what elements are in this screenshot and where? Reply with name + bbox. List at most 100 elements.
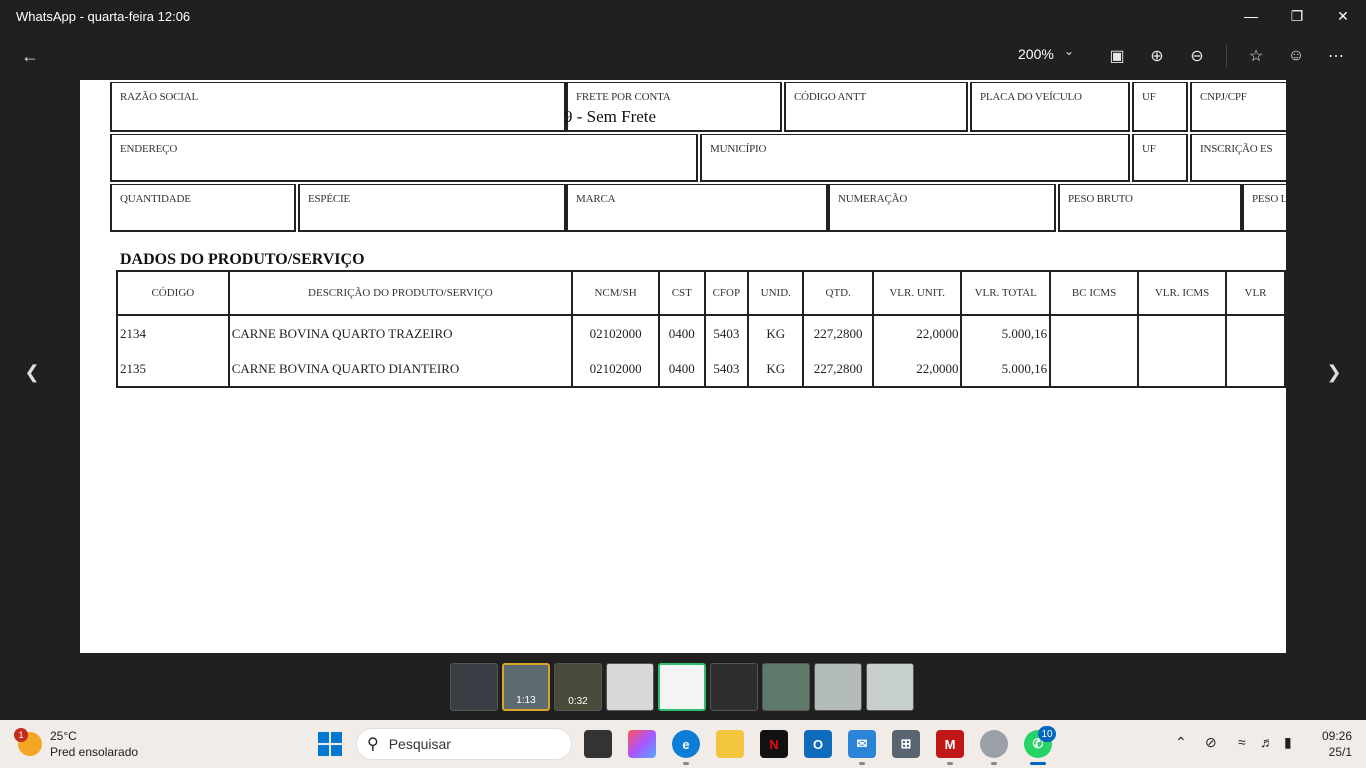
thumbnail[interactable] — [450, 663, 498, 711]
window-controls: — ❐ ✕ — [1228, 0, 1366, 32]
zoom-in-icon[interactable]: ⊕ — [1145, 44, 1169, 68]
star-icon[interactable]: ☆ — [1244, 44, 1268, 68]
thumbnail-video[interactable]: 1:13 — [502, 663, 550, 711]
column-header: CST — [658, 270, 706, 316]
products-table: CÓDIGO DESCRIÇÃO DO PRODUTO/SERVIÇO NCM/… — [116, 270, 1286, 388]
search-box[interactable]: ⚲ Pesquisar — [356, 728, 572, 760]
system-clock[interactable]: 09:26 25/1 — [1312, 728, 1352, 760]
cell-cfop: 5403 — [703, 315, 750, 351]
invoice-image: RAZÃO SOCIAL FRETE POR CONTA 9 - Sem Fre… — [80, 80, 1286, 653]
especie-field: ESPÉCIE — [298, 184, 566, 232]
cell-codigo: 2135 — [116, 351, 230, 388]
column-header: VLR — [1225, 270, 1286, 316]
thumbnail[interactable] — [606, 663, 654, 711]
file-explorer-icon[interactable] — [716, 730, 744, 758]
network-off-icon[interactable]: ⊘ — [1205, 734, 1217, 751]
table-row: 2135 CARNE BOVINA QUARTO DIANTEIRO 02102… — [116, 351, 1286, 388]
frete-field: FRETE POR CONTA 9 - Sem Frete — [564, 82, 782, 132]
column-header: VLR. UNIT. — [871, 270, 963, 316]
fit-screen-icon[interactable]: ▣ — [1105, 44, 1129, 68]
column-header: CFOP — [703, 270, 750, 316]
image-viewer: ❮ ❯ RAZÃO SOCIAL FRETE POR CONTA 9 - Sem… — [0, 80, 1366, 662]
zoom-out-icon[interactable]: ⊖ — [1185, 44, 1209, 68]
search-icon: ⚲ — [367, 736, 379, 753]
thumbnail-video[interactable]: 0:32 — [554, 663, 602, 711]
weather-widget[interactable]: 1 25°C Pred ensolarado — [14, 728, 139, 760]
numeracao-field: NUMERAÇÃO — [828, 184, 1056, 232]
weather-description: Pred ensolarado — [50, 745, 139, 759]
clock-time: 09:26 — [1321, 729, 1352, 743]
inscricao-field: INSCRIÇÃO ES — [1190, 134, 1286, 182]
antt-field: CÓDIGO ANTT — [784, 82, 968, 132]
more-options-icon[interactable]: ⋯ — [1324, 44, 1348, 68]
viewer-toolbar: ← 200% ⌄ ▣ ⊕ ⊖ ☆ ☺ ⋯ — [0, 32, 1366, 80]
peso-bruto-field: PESO BRUTO — [1058, 184, 1242, 232]
table-header-row: CÓDIGO DESCRIÇÃO DO PRODUTO/SERVIÇO NCM/… — [116, 270, 1286, 316]
cell-vlr-total: 5.000,16 — [960, 351, 1052, 388]
windows-start-icon[interactable] — [318, 732, 342, 756]
table-row: 2134 CARNE BOVINA QUARTO TRAZEIRO 021020… — [116, 315, 1286, 351]
field-label: UF — [1142, 143, 1156, 155]
peso-liquido-field: PESO L — [1242, 184, 1286, 232]
cell-unid: KG — [747, 351, 805, 388]
field-label: ESPÉCIE — [308, 193, 350, 205]
calculator-icon[interactable]: ⊞ — [892, 730, 920, 758]
field-label: ENDEREÇO — [120, 143, 178, 155]
cell-unid: KG — [747, 315, 805, 351]
next-arrow-icon[interactable]: ❯ — [1322, 360, 1346, 384]
minimize-button[interactable]: — — [1228, 0, 1274, 32]
window-title: WhatsApp - quarta-feira 12:06 — [16, 8, 191, 24]
field-label: CNPJ/CPF — [1200, 91, 1247, 103]
active-indicator — [1030, 762, 1046, 765]
endereco-field: ENDEREÇO — [110, 134, 698, 182]
thumbnail-active[interactable] — [658, 663, 706, 711]
chevron-up-icon[interactable]: ⌃ — [1175, 734, 1187, 751]
task-view-icon[interactable] — [584, 730, 612, 758]
thumbnail[interactable] — [762, 663, 810, 711]
thumbnail[interactable] — [710, 663, 758, 711]
netflix-icon[interactable]: N — [760, 730, 788, 758]
field-label: PLACA DO VEÍCULO — [980, 91, 1082, 103]
quantidade-field: QUANTIDADE — [110, 184, 296, 232]
copilot-icon[interactable] — [628, 730, 656, 758]
field-label: INSCRIÇÃO ES — [1200, 143, 1273, 155]
cell-codigo: 2134 — [116, 315, 230, 351]
cell-vlr-icms — [1137, 351, 1228, 388]
column-header: BC ICMS — [1049, 270, 1140, 316]
back-arrow-icon[interactable]: ← — [16, 44, 44, 68]
clock-date: 25/1 — [1328, 745, 1352, 759]
app-icon[interactable] — [980, 730, 1008, 758]
weather-sun-icon: 1 — [14, 728, 42, 756]
video-duration: 0:32 — [568, 696, 588, 707]
frete-value: 9 - Sem Frete — [564, 107, 657, 126]
mcafee-icon[interactable]: M — [936, 730, 964, 758]
field-label: MARCA — [576, 193, 616, 205]
wifi-icon[interactable]: ≈ — [1238, 734, 1246, 750]
field-label: QUANTIDADE — [120, 193, 191, 205]
close-button[interactable]: ✕ — [1320, 0, 1366, 32]
razao-social-field: RAZÃO SOCIAL — [110, 82, 566, 132]
emoji-icon[interactable]: ☺ — [1284, 44, 1308, 68]
maximize-button[interactable]: ❐ — [1274, 0, 1320, 32]
cell-cfop: 5403 — [703, 351, 750, 388]
zoom-level[interactable]: 200% — [1018, 46, 1054, 62]
mail-icon[interactable]: ✉ — [848, 730, 876, 758]
cell-bc-icms — [1049, 351, 1140, 388]
chevron-down-icon[interactable]: ⌄ — [1064, 44, 1074, 58]
thumbnail[interactable] — [866, 663, 914, 711]
column-header: CÓDIGO — [116, 270, 230, 316]
outlook-icon[interactable]: O — [804, 730, 832, 758]
column-header: QTD. — [802, 270, 874, 316]
field-label: FRETE POR CONTA — [576, 91, 671, 103]
search-placeholder: Pesquisar — [388, 736, 451, 752]
cell-ncm: 02102000 — [571, 315, 661, 351]
column-header: DESCRIÇÃO DO PRODUTO/SERVIÇO — [227, 270, 574, 316]
edge-icon[interactable]: e — [672, 730, 700, 758]
battery-icon[interactable]: ▮ — [1284, 734, 1292, 751]
volume-icon[interactable]: ♬ — [1260, 734, 1274, 750]
section-title: DADOS DO PRODUTO/SERVIÇO — [120, 251, 365, 268]
previous-arrow-icon[interactable]: ❮ — [20, 360, 44, 384]
column-header: NCM/SH — [571, 270, 661, 316]
thumbnail[interactable] — [814, 663, 862, 711]
column-header: VLR. TOTAL — [960, 270, 1052, 316]
